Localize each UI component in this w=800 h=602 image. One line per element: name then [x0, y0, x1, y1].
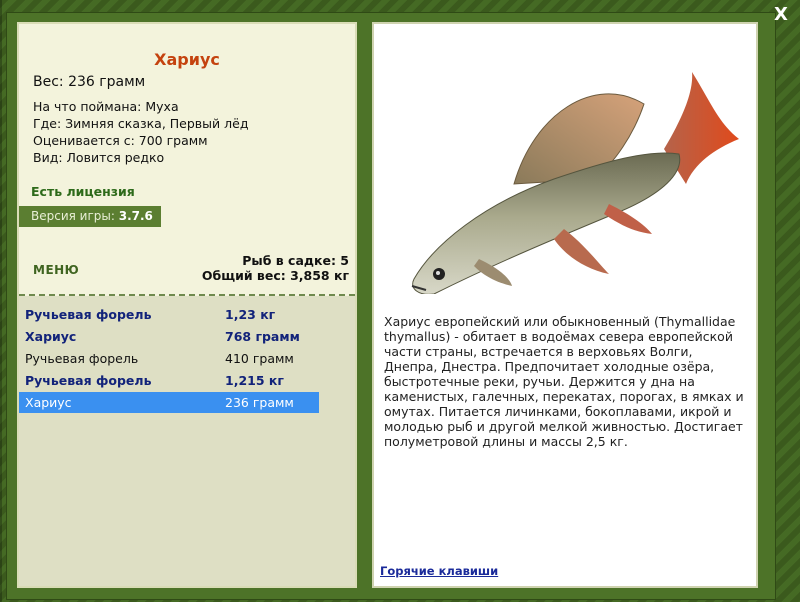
version-bar: Версия игры: 3.7.6 — [19, 206, 161, 227]
fish-description: Хариус европейский или обыкновенный (Thy… — [384, 314, 744, 449]
catch-row[interactable]: Ручьевая форель 1,215 кг — [19, 370, 319, 391]
catch-row[interactable]: Ручьевая форель 1,23 кг — [19, 304, 319, 325]
right-panel: Хариус европейский или обыкновенный (Thy… — [372, 22, 758, 588]
close-icon[interactable]: X — [770, 4, 792, 26]
catch-weight: 1,215 кг — [225, 373, 284, 388]
fish-illustration — [411, 72, 739, 294]
version-value: 3.7.6 — [118, 209, 153, 223]
fish-info: На что поймана: Муха Где: Зимняя сказка,… — [33, 98, 248, 166]
fish-valued-from: Оценивается с: 700 грамм — [33, 133, 208, 148]
fish-rarity: Вид: Ловится редко — [33, 150, 165, 165]
catch-name: Ручьевая форель — [25, 373, 152, 388]
left-panel: Хариус Вес: 236 грамм На что поймана: Му… — [17, 22, 357, 588]
catch-row[interactable]: Хариус 768 грамм — [19, 326, 319, 347]
catch-name: Хариус — [25, 395, 72, 410]
catch-weight: 410 грамм — [225, 351, 294, 366]
catch-name: Ручьевая форель — [25, 351, 139, 366]
license-status: Есть лицензия — [31, 184, 135, 199]
catch-list: Ручьевая форель 1,23 кг Хариус 768 грамм… — [19, 296, 355, 586]
catch-weight: 236 грамм — [225, 395, 294, 410]
fish-caught-on: На что поймана: Муха — [33, 99, 179, 114]
cage-count: Рыб в садке: 5 — [242, 253, 349, 268]
catch-weight: 768 грамм — [225, 329, 300, 344]
catch-row[interactable]: Ручьевая форель 410 грамм — [19, 348, 319, 369]
catch-weight: 1,23 кг — [225, 307, 276, 322]
fish-title: Хариус — [154, 50, 220, 69]
catch-name: Хариус — [25, 329, 77, 344]
fish-location: Где: Зимняя сказка, Первый лёд — [33, 116, 249, 131]
hotkeys-link[interactable]: Горячие клавиши — [380, 564, 498, 578]
catch-name: Ручьевая форель — [25, 307, 152, 322]
menu-button[interactable]: МЕНЮ — [33, 263, 79, 277]
cage-total: Общий вес: 3,858 кг — [201, 268, 349, 283]
version-label: Версия игры: — [31, 209, 115, 223]
fish-weight: Вес: 236 грамм — [33, 74, 146, 90]
cage-summary: Рыб в садке: 5 Общий вес: 3,858 кг — [202, 253, 349, 283]
catch-row-selected[interactable]: Хариус 236 грамм — [19, 392, 319, 413]
